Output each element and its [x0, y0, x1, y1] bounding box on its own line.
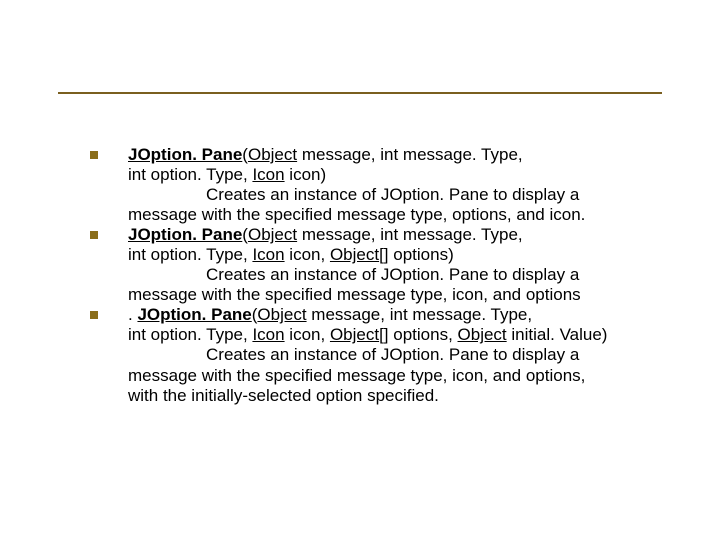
class-link: JOption. Pane [137, 305, 251, 324]
text: icon) [285, 165, 327, 184]
list-item: JOption. Pane(Object message, int messag… [90, 145, 660, 225]
signature-line2: int option. Type, Icon icon, Object[] op… [128, 245, 660, 265]
class-link: JOption. Pane [128, 145, 242, 164]
slide: JOption. Pane(Object message, int messag… [0, 0, 720, 540]
text: [] options, [379, 325, 457, 344]
type-link: Icon [252, 325, 284, 344]
description-line: message with the specified message type,… [128, 205, 660, 225]
signature-line: JOption. Pane(Object message, int messag… [128, 225, 660, 245]
type-link: Object [458, 325, 507, 344]
class-link: JOption. Pane [128, 225, 242, 244]
type-link: Icon [252, 245, 284, 264]
content-area: JOption. Pane(Object message, int messag… [90, 145, 660, 406]
text: int option. Type, [128, 245, 252, 264]
text: message, int message. Type, [297, 145, 523, 164]
text: message, int message. Type, [307, 305, 533, 324]
type-link: Object [330, 325, 379, 344]
signature-line: JOption. Pane(Object message, int messag… [128, 145, 660, 165]
text: [] options) [379, 245, 454, 264]
list-item: JOption. Pane(Object message, int messag… [90, 225, 660, 305]
horizontal-rule [58, 92, 662, 94]
list-item: . JOption. Pane(Object message, int mess… [90, 305, 660, 405]
text: int option. Type, [128, 325, 252, 344]
description-line: with the initially-selected option speci… [128, 386, 660, 406]
type-link: Icon [252, 165, 284, 184]
type-link: Object [248, 225, 297, 244]
text: int option. Type, [128, 165, 252, 184]
signature-line2: int option. Type, Icon icon, Object[] op… [128, 325, 660, 345]
description-line: Creates an instance of JOption. Pane to … [206, 345, 660, 365]
description-line: message with the specified message type,… [128, 366, 660, 386]
description-line: message with the specified message type,… [128, 285, 660, 305]
text: initial. Value) [507, 325, 608, 344]
type-link: Object [257, 305, 306, 324]
text: message, int message. Type, [297, 225, 523, 244]
signature-line: . JOption. Pane(Object message, int mess… [128, 305, 660, 325]
description-line: Creates an instance of JOption. Pane to … [206, 265, 660, 285]
text: icon, [285, 245, 330, 264]
type-link: Object [330, 245, 379, 264]
signature-line2: int option. Type, Icon icon) [128, 165, 660, 185]
bullet-icon [90, 151, 98, 159]
bullet-icon [90, 311, 98, 319]
bullet-icon [90, 231, 98, 239]
type-link: Object [248, 145, 297, 164]
description-line: Creates an instance of JOption. Pane to … [206, 185, 660, 205]
text: icon, [285, 325, 330, 344]
